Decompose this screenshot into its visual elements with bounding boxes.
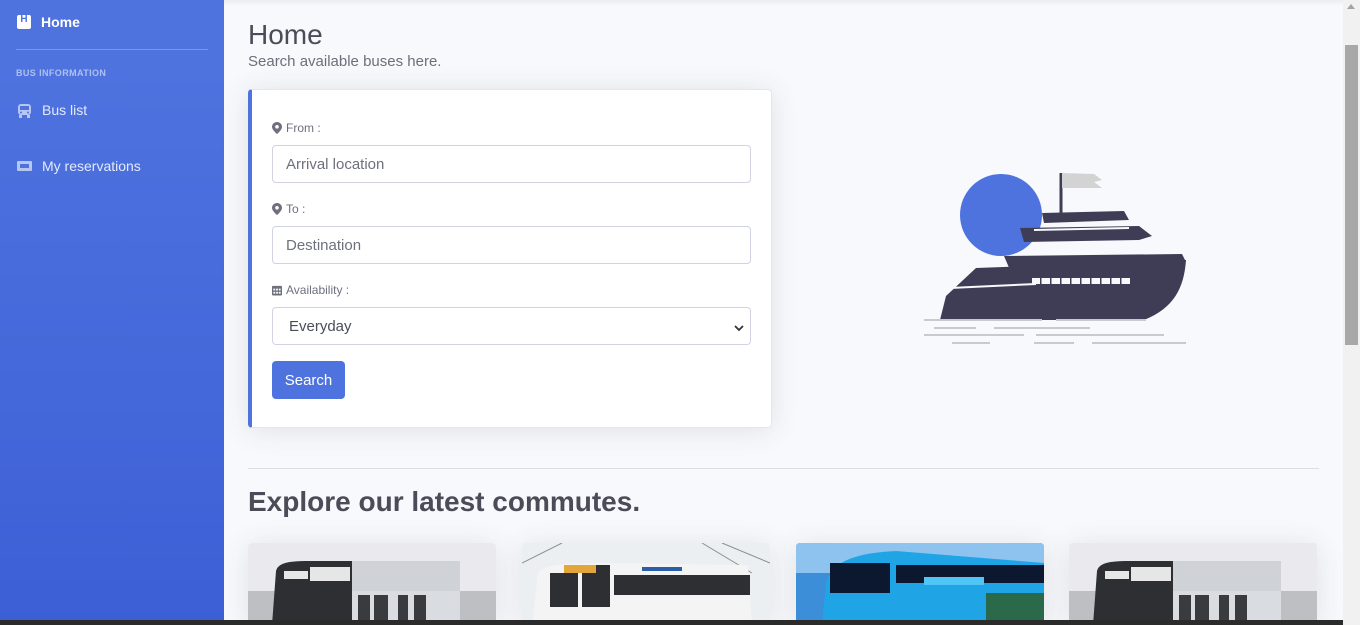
- scrollbar-thumb[interactable]: [1345, 45, 1358, 345]
- commute-card-image[interactable]: [1069, 543, 1317, 625]
- sidebar: H Home BUS INFORMATION Bus list My reser…: [0, 0, 224, 625]
- search-card: From : To : Availability : Everyday Sear…: [248, 89, 772, 428]
- availability-label: Availability :: [272, 283, 349, 297]
- main-content: Home Search available buses here. From :…: [224, 0, 1343, 625]
- sidebar-item-bus-list[interactable]: Bus list: [17, 102, 87, 118]
- sidebar-heading: BUS INFORMATION: [16, 68, 107, 78]
- bus-icon: [17, 104, 32, 118]
- to-label-text: To :: [286, 202, 306, 216]
- yacht-illustration: [924, 168, 1194, 348]
- sidebar-item-home[interactable]: H Home: [0, 0, 224, 44]
- h-square-icon: H: [17, 14, 31, 29]
- from-label-text: From :: [286, 121, 321, 135]
- sidebar-item-label: Home: [41, 14, 80, 30]
- commute-card-image[interactable]: [248, 543, 496, 625]
- sidebar-item-label: My reservations: [42, 158, 141, 174]
- ticket-icon: [17, 160, 32, 172]
- availability-selected-value: Everyday: [289, 317, 352, 335]
- page-title: Home: [248, 19, 323, 50]
- map-marker-icon: [272, 122, 282, 134]
- page-scrollbar[interactable]: [1343, 0, 1360, 625]
- calendar-icon: [272, 284, 282, 296]
- from-label: From :: [272, 121, 321, 135]
- scroll-up-arrow-icon[interactable]: [1347, 4, 1355, 9]
- chevron-down-icon: [734, 320, 744, 332]
- commute-card-image[interactable]: [522, 543, 770, 625]
- topbar-shadow: [224, 0, 1343, 6]
- to-label: To :: [272, 202, 305, 216]
- page-subtitle: Search available buses here.: [248, 53, 442, 70]
- explore-title: Explore our latest commutes.: [248, 486, 641, 517]
- sidebar-item-label: Bus list: [42, 102, 88, 118]
- sidebar-divider: [16, 49, 208, 50]
- search-button[interactable]: Search: [272, 361, 345, 399]
- from-input[interactable]: [272, 145, 751, 183]
- section-divider: [248, 468, 1319, 469]
- availability-select[interactable]: Everyday: [272, 307, 751, 345]
- availability-label-text: Availability :: [286, 283, 350, 297]
- map-marker-icon: [272, 203, 282, 215]
- window-bottom-bar: [0, 620, 1343, 625]
- sidebar-item-my-reservations[interactable]: My reservations: [17, 158, 141, 174]
- commute-card-image[interactable]: [796, 543, 1044, 625]
- to-input[interactable]: [272, 226, 751, 264]
